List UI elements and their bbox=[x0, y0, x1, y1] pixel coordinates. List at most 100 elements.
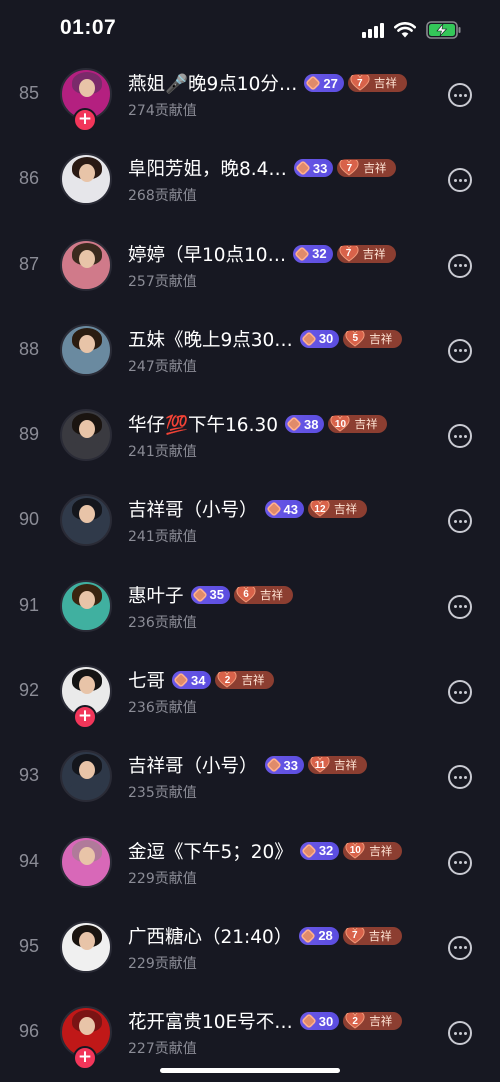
avatar[interactable] bbox=[60, 835, 112, 888]
user-info: 七哥 34 2 吉祥 236贡献值 bbox=[128, 666, 428, 717]
fan-level: 2 bbox=[224, 674, 231, 686]
user-name: 阜阳芳姐，晚8.4… bbox=[128, 159, 287, 181]
user-name: 吉祥哥（小号） bbox=[128, 756, 258, 778]
gem-icon bbox=[300, 1013, 317, 1030]
avatar[interactable] bbox=[60, 920, 112, 973]
wifi-icon bbox=[394, 22, 416, 38]
fan-badge-label: 吉祥 bbox=[362, 246, 386, 261]
fan-level: 10 bbox=[349, 845, 361, 857]
contribution-value: 241贡献值 bbox=[128, 444, 197, 461]
level-badge: 30 bbox=[299, 1012, 340, 1031]
list-item[interactable]: 95 广西糖心（21:40） 28 7 吉祥 229贡献值 bbox=[0, 906, 500, 991]
message-icon[interactable] bbox=[448, 594, 472, 619]
heart-icon: 5 bbox=[345, 330, 365, 347]
level-number: 32 bbox=[312, 246, 327, 262]
contributor-rank-list[interactable]: 85 + 燕姐🎤晚9点10分… 27 7 吉祥 274贡献值 86 阜阳芳姐，晚… bbox=[0, 53, 500, 1077]
gem-icon bbox=[300, 330, 317, 347]
list-item[interactable]: 91 惠叶子 35 6 吉祥 236贡献值 bbox=[0, 565, 500, 650]
contribution-value: 227贡献值 bbox=[128, 1041, 197, 1058]
user-name: 华仔💯下午16.30 bbox=[128, 415, 278, 437]
list-item[interactable]: 89 华仔💯下午16.30 38 10 吉祥 241贡献值 bbox=[0, 394, 500, 479]
level-badge: 35 bbox=[190, 585, 230, 604]
list-item[interactable]: 88 五妹《晚上9点30… 30 5 吉祥 247贡献值 bbox=[0, 309, 500, 394]
level-number: 27 bbox=[323, 75, 338, 91]
list-item[interactable]: 86 阜阳芳姐，晚8.4… 33 7 吉祥 268贡献值 bbox=[0, 138, 500, 223]
rank-number: 88 bbox=[18, 338, 40, 359]
rank-number: 86 bbox=[18, 168, 40, 189]
list-item[interactable]: 92 + 七哥 34 2 吉祥 236贡献值 bbox=[0, 650, 500, 735]
list-item[interactable]: 87 婷婷（早10点10… 32 7 吉祥 257贡献值 bbox=[0, 224, 500, 309]
contribution-value: 247贡献值 bbox=[128, 358, 197, 375]
name-line: 华仔💯下午16.30 38 10 吉祥 bbox=[128, 410, 428, 438]
list-item[interactable]: 94 金逗《下午5；20》 32 10 吉祥 229贡献值 bbox=[0, 821, 500, 906]
fan-club-badge: 10 吉祥 bbox=[328, 415, 388, 434]
status-icons bbox=[362, 20, 462, 40]
level-badge: 27 bbox=[304, 74, 344, 92]
heart-icon: 7 bbox=[350, 75, 370, 91]
fan-club-badge: 7 吉祥 bbox=[347, 74, 407, 92]
name-line: 惠叶子 35 6 吉祥 bbox=[128, 581, 428, 609]
fan-club-badge: 5 吉祥 bbox=[343, 329, 403, 348]
list-item[interactable]: 90 吉祥哥（小号） 43 12 吉祥 241贡献值 bbox=[0, 479, 500, 564]
user-info: 婷婷（早10点10… 32 7 吉祥 257贡献值 bbox=[128, 240, 428, 291]
fan-level: 7 bbox=[346, 162, 353, 174]
message-icon[interactable] bbox=[448, 850, 472, 875]
fan-club-badge: 7 吉祥 bbox=[337, 159, 397, 178]
message-icon[interactable] bbox=[448, 83, 472, 107]
message-icon[interactable] bbox=[448, 935, 472, 960]
user-name: 婷婷（早10点10… bbox=[128, 244, 287, 266]
fan-level: 7 bbox=[352, 930, 358, 942]
rank-number: 93 bbox=[18, 765, 40, 786]
fan-badge-label: 吉祥 bbox=[363, 161, 387, 176]
message-icon[interactable] bbox=[448, 1021, 472, 1046]
gem-icon bbox=[294, 245, 311, 262]
fan-club-badge: 7 吉祥 bbox=[336, 244, 396, 263]
level-badge: 33 bbox=[264, 756, 304, 775]
gem-icon bbox=[305, 75, 322, 91]
rank-number: 94 bbox=[18, 850, 40, 871]
user-info: 华仔💯下午16.30 38 10 吉祥 241贡献值 bbox=[128, 410, 428, 461]
message-icon[interactable] bbox=[448, 424, 472, 449]
avatar[interactable] bbox=[60, 579, 112, 632]
avatar[interactable] bbox=[60, 750, 112, 803]
rank-number: 92 bbox=[18, 680, 40, 701]
contribution-value: 241贡献值 bbox=[128, 529, 197, 546]
user-name: 燕姐🎤晚9点10分… bbox=[128, 74, 298, 95]
list-item[interactable]: 96 + 花开富贵10E号不… 30 2 吉祥 227贡献值 bbox=[0, 991, 500, 1076]
rank-number: 85 bbox=[18, 83, 40, 103]
message-icon[interactable] bbox=[448, 680, 472, 705]
message-icon[interactable] bbox=[448, 765, 472, 790]
avatar[interactable] bbox=[60, 494, 112, 547]
avatar[interactable] bbox=[60, 323, 112, 376]
gem-icon bbox=[173, 672, 189, 688]
avatar[interactable] bbox=[60, 409, 112, 462]
fan-club-badge: 2 吉祥 bbox=[215, 671, 275, 690]
gem-icon bbox=[300, 842, 317, 859]
contribution-value: 236贡献值 bbox=[128, 614, 197, 631]
user-info: 金逗《下午5；20》 32 10 吉祥 229贡献值 bbox=[128, 837, 428, 888]
message-icon[interactable] bbox=[448, 338, 472, 363]
heart-icon: 2 bbox=[217, 672, 237, 688]
list-item[interactable]: 93 吉祥哥（小号） 33 11 吉祥 235贡献值 bbox=[0, 735, 500, 820]
fan-club-badge: 12 吉祥 bbox=[307, 500, 367, 519]
user-info: 五妹《晚上9点30… 30 5 吉祥 247贡献值 bbox=[128, 325, 428, 376]
follow-plus-button[interactable]: + bbox=[73, 705, 97, 730]
rank-number: 90 bbox=[18, 509, 40, 530]
list-item[interactable]: 85 + 燕姐🎤晚9点10分… 27 7 吉祥 274贡献值 bbox=[0, 53, 500, 138]
name-line: 广西糖心（21:40） 28 7 吉祥 bbox=[128, 922, 428, 950]
contribution-value: 229贡献值 bbox=[128, 870, 197, 887]
fan-club-badge: 6 吉祥 bbox=[233, 585, 293, 604]
level-number: 33 bbox=[283, 757, 298, 773]
follow-plus-button[interactable]: + bbox=[73, 108, 97, 132]
avatar[interactable] bbox=[60, 238, 112, 291]
message-icon[interactable] bbox=[448, 253, 472, 278]
rank-number: 96 bbox=[18, 1021, 40, 1042]
avatar[interactable] bbox=[60, 153, 112, 206]
cellular-signal-icon bbox=[362, 22, 384, 38]
message-icon[interactable] bbox=[448, 168, 472, 193]
fan-badge-label: 吉祥 bbox=[333, 502, 357, 517]
message-icon[interactable] bbox=[448, 509, 472, 534]
level-badge: 32 bbox=[293, 244, 333, 263]
user-name: 金逗《下午5；20》 bbox=[128, 841, 293, 863]
follow-plus-button[interactable]: + bbox=[73, 1046, 97, 1071]
